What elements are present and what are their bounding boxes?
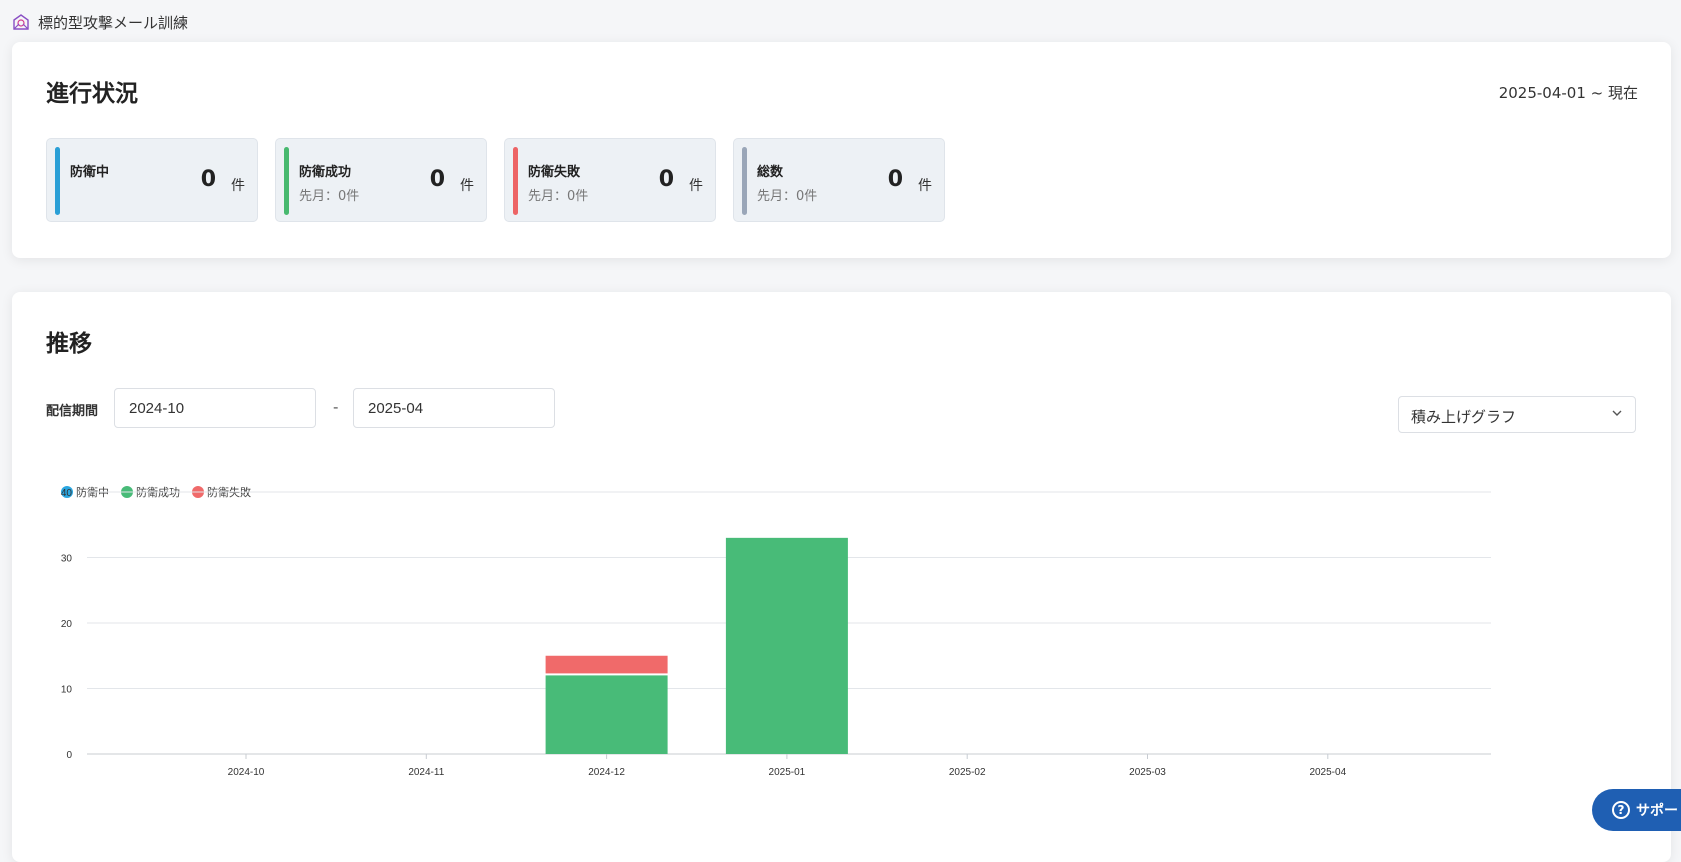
app-title: 標的型攻撃メール訓練: [38, 14, 189, 32]
x-tick-label: 2024-10: [228, 767, 265, 778]
x-tick-label: 2025-04: [1309, 767, 1346, 778]
bar-2024-12-series-2: [545, 655, 668, 674]
support-label: サポート: [1636, 803, 1681, 819]
stat-defense-failure[interactable]: 防衛失敗 先月：0件 0 件: [504, 138, 716, 222]
help-icon: ?: [1612, 801, 1630, 819]
stat-value: 0: [200, 167, 216, 192]
stat-unit: 件: [231, 178, 245, 194]
y-tick-label: 10: [61, 685, 73, 696]
stat-label: 防衛成功: [299, 165, 352, 180]
stat-label: 防衛中: [70, 165, 110, 180]
bar-2024-12-series-1: [545, 675, 668, 754]
stat-color-bar: [513, 147, 518, 215]
progress-card: 進行状況 2025-04-01 ~ 現在 防衛中 0 件 防衛成功 先月：0件 …: [12, 42, 1671, 258]
trend-card: 推移 配信期間 - 積み上げグラフ 防衛中 防衛成功 防衛失敗 01020304…: [12, 292, 1671, 862]
stat-unit: 件: [460, 178, 474, 194]
stat-value: 0: [887, 167, 903, 192]
x-tick-label: 2025-01: [769, 767, 806, 778]
y-tick-label: 20: [61, 619, 73, 630]
stat-defending[interactable]: 防衛中 0 件: [46, 138, 258, 222]
stat-color-bar: [55, 147, 60, 215]
date-range: 2025-04-01 ~ 現在: [1498, 84, 1638, 102]
support-button[interactable]: ? サポート: [1592, 789, 1681, 831]
stat-color-bar: [742, 147, 747, 215]
stat-last-month: 先月：0件: [757, 189, 818, 204]
stat-color-bar: [284, 147, 289, 215]
x-tick-label: 2025-02: [949, 767, 986, 778]
stat-value: 0: [429, 167, 445, 192]
trend-chart: 0 10 20 30 40 2024-10 2024-11 2024-12 2025-01 202…: [61, 488, 1491, 778]
x-tick-label: 2025-03: [1129, 767, 1166, 778]
app-header: 標的型攻撃メール訓練: [0, 0, 1681, 42]
y-tick-label: 40: [61, 488, 73, 499]
stat-last-month: 先月：0件: [528, 189, 589, 204]
stat-unit: 件: [918, 178, 932, 194]
bar-2025-01-series-1: [725, 537, 848, 754]
y-tick-label: 0: [66, 750, 72, 761]
stat-label: 防衛失敗: [528, 165, 581, 180]
stat-total[interactable]: 総数 先月：0件 0 件: [733, 138, 945, 222]
stat-value: 0: [658, 167, 674, 192]
x-tick-label: 2024-11: [408, 767, 444, 778]
mail-shield-icon: [13, 14, 29, 30]
stat-last-month: 先月：0件: [299, 189, 360, 204]
x-tick-label: 2024-12: [588, 767, 625, 778]
stat-unit: 件: [689, 178, 703, 194]
stat-defense-success[interactable]: 防衛成功 先月：0件 0 件: [275, 138, 487, 222]
stat-label: 総数: [757, 165, 784, 180]
y-tick-label: 30: [61, 554, 73, 565]
progress-title: 進行状況: [46, 81, 138, 107]
